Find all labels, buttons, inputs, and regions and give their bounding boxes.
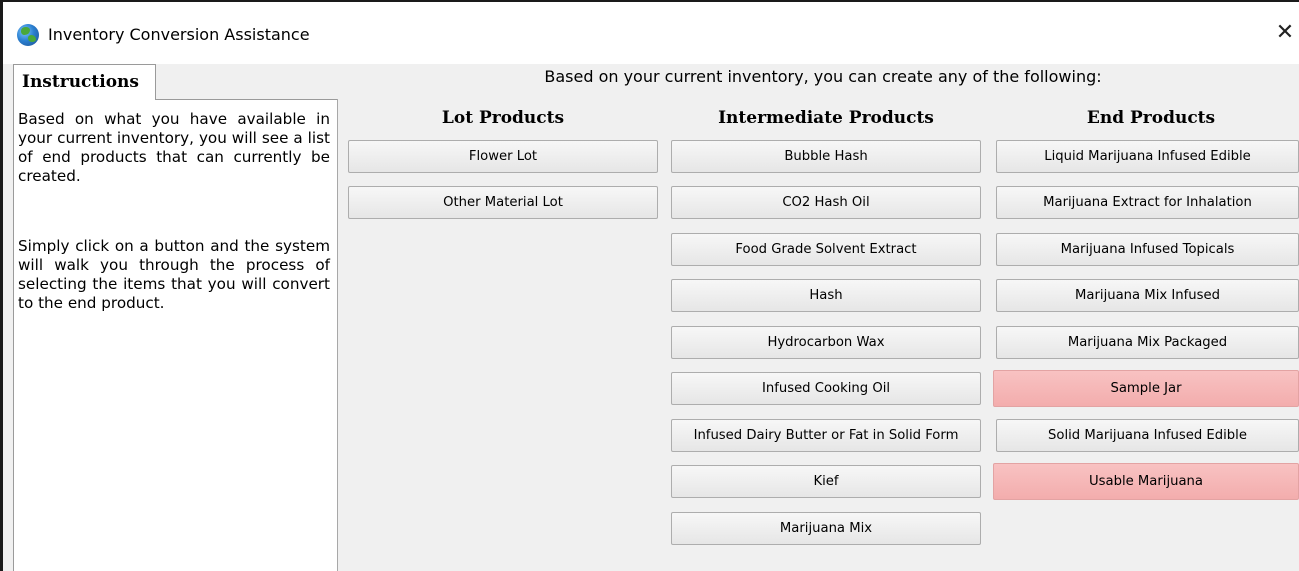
panel-divider <box>337 99 338 571</box>
food-grade-solvent-extract-button[interactable]: Food Grade Solvent Extract <box>671 233 981 266</box>
mix-infused-button[interactable]: Marijuana Mix Infused <box>996 279 1299 312</box>
title-bar: Inventory Conversion Assistance ✕ <box>3 2 1299 64</box>
other-material-lot-button[interactable]: Other Material Lot <box>348 186 658 219</box>
bubble-hash-button[interactable]: Bubble Hash <box>671 140 981 173</box>
solid-infused-edible-button[interactable]: Solid Marijuana Infused Edible <box>996 419 1299 452</box>
instructions-paragraph-1: Based on what you have available in your… <box>18 110 330 185</box>
liquid-infused-edible-button[interactable]: Liquid Marijuana Infused Edible <box>996 140 1299 173</box>
close-button[interactable]: ✕ <box>1273 20 1297 46</box>
instructions-paragraph-2: Simply click on a button and the system … <box>18 237 330 312</box>
intermediate-products-heading: Intermediate Products <box>718 108 934 128</box>
infused-cooking-oil-button[interactable]: Infused Cooking Oil <box>671 372 981 405</box>
instructions-panel: Based on what you have available in your… <box>13 99 338 571</box>
window-title: Inventory Conversion Assistance <box>48 25 310 44</box>
sample-jar-button[interactable]: Sample Jar <box>993 370 1299 407</box>
kief-button[interactable]: Kief <box>671 465 981 498</box>
usable-marijuana-button[interactable]: Usable Marijuana <box>993 463 1299 500</box>
globe-icon <box>17 24 39 46</box>
mix-packaged-button[interactable]: Marijuana Mix Packaged <box>996 326 1299 359</box>
end-products-heading: End Products <box>1086 108 1216 128</box>
flower-lot-button[interactable]: Flower Lot <box>348 140 658 173</box>
infused-dairy-butter-button[interactable]: Infused Dairy Butter or Fat in Solid For… <box>671 419 981 452</box>
conversion-window: Inventory Conversion Assistance ✕ Instru… <box>0 0 1299 571</box>
extract-for-inhalation-button[interactable]: Marijuana Extract for Inhalation <box>996 186 1299 219</box>
infused-topicals-button[interactable]: Marijuana Infused Topicals <box>996 233 1299 266</box>
marijuana-mix-button[interactable]: Marijuana Mix <box>671 512 981 545</box>
hash-button[interactable]: Hash <box>671 279 981 312</box>
hydrocarbon-wax-button[interactable]: Hydrocarbon Wax <box>671 326 981 359</box>
lot-products-heading: Lot Products <box>441 108 565 128</box>
tab-instructions[interactable]: Instructions <box>13 64 156 100</box>
co2-hash-oil-button[interactable]: CO2 Hash Oil <box>671 186 981 219</box>
inventory-header: Based on your current inventory, you can… <box>544 67 1102 86</box>
